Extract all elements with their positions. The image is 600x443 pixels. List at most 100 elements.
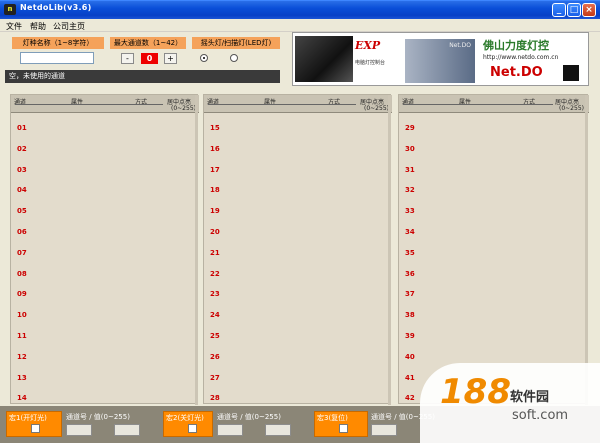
channel-number[interactable]: 18: [210, 186, 220, 194]
channel-number[interactable]: 31: [405, 166, 415, 174]
channel-number[interactable]: 05: [17, 207, 27, 215]
banner-exp: EXP: [355, 39, 381, 52]
menu-bar: [0, 19, 600, 32]
channel-number[interactable]: 04: [17, 186, 27, 194]
macro3-channel-input[interactable]: [371, 424, 397, 436]
channel-number[interactable]: 37: [405, 290, 415, 298]
channel-number[interactable]: 42: [405, 394, 415, 402]
macro2-checkbox[interactable]: [188, 424, 197, 433]
menu-file[interactable]: 文件: [6, 21, 22, 32]
menu-company-home[interactable]: 公司主页: [53, 21, 85, 32]
channel-number[interactable]: 10: [17, 311, 27, 319]
channel-number[interactable]: 13: [17, 374, 27, 382]
channel-number[interactable]: 11: [17, 332, 27, 340]
macro2-channel-value-label: 通道号 / 值(0~255): [217, 413, 281, 421]
macro1-value-input[interactable]: [114, 424, 140, 436]
channel-number[interactable]: 41: [405, 374, 415, 382]
channel-column-2: 通道 属性 方式 居中点亮 (0~255) 15 16 17 18 19 20 21 22 23 24 25 2…: [203, 94, 392, 405]
macro1-checkbox[interactable]: [31, 424, 40, 433]
scanner-led-radio[interactable]: [230, 54, 238, 62]
channel-number[interactable]: 24: [210, 311, 220, 319]
lamp-name-input[interactable]: [20, 52, 94, 64]
channel-number[interactable]: 17: [210, 166, 220, 174]
close-button[interactable]: ×: [582, 3, 596, 17]
column-scrollbar[interactable]: [585, 95, 588, 405]
banner-dark-panel: Net.DO: [405, 39, 475, 83]
header-range: (0~255): [171, 105, 196, 112]
banner-exp-sub: 电脑灯控制台: [355, 60, 386, 66]
channel-number[interactable]: 09: [17, 290, 27, 298]
channel-number[interactable]: 35: [405, 249, 415, 257]
close-icon: ×: [585, 5, 593, 15]
watermark-number: 188: [440, 372, 511, 412]
channel-number[interactable]: 20: [210, 228, 220, 236]
channel-number[interactable]: 30: [405, 145, 415, 153]
minimize-button[interactable]: _: [552, 3, 566, 17]
status-bar: 空，未使用的通道: [5, 70, 280, 83]
macro3-button[interactable]: 宏3(复位): [314, 411, 368, 437]
window-title: NetdoLib(v3.6): [20, 3, 92, 12]
banner-url: http://www.netdo.com.cn: [483, 54, 559, 61]
banner-logo-square: [563, 65, 579, 81]
column-header: 通道 属性 方式 居中点亮 (0~255): [11, 95, 199, 113]
channel-number[interactable]: 32: [405, 186, 415, 194]
decrement-button[interactable]: -: [121, 53, 134, 64]
channel-number[interactable]: 16: [210, 145, 220, 153]
channel-number[interactable]: 19: [210, 207, 220, 215]
channel-number[interactable]: 33: [405, 207, 415, 215]
channel-number[interactable]: 03: [17, 166, 27, 174]
channel-number[interactable]: 22: [210, 270, 220, 278]
channel-number[interactable]: 14: [17, 394, 27, 402]
channel-number[interactable]: 38: [405, 311, 415, 319]
banner-brand: Net.DO: [490, 65, 543, 80]
column-scrollbar[interactable]: [195, 95, 198, 405]
channel-number[interactable]: 36: [405, 270, 415, 278]
channel-number[interactable]: 08: [17, 270, 27, 278]
banner-dark-text: Net.DO: [449, 42, 471, 49]
macro3-checkbox[interactable]: [339, 424, 348, 433]
watermark-url: soft.com: [512, 408, 569, 423]
macro2-channel-input[interactable]: [217, 424, 243, 436]
channel-number[interactable]: 15: [210, 124, 220, 132]
lamp-type-label: 摇头灯/扫描灯(LED灯): [192, 37, 280, 49]
macro2-label: 宏2(关灯光): [166, 414, 204, 422]
header-divider: [15, 104, 163, 105]
maximize-button[interactable]: □: [567, 3, 581, 17]
channel-column-1: 通道 属性 方式 居中点亮 (0~255) 01 02 03 04 05 06 07 08 09 10 11 1…: [10, 94, 199, 405]
channel-number[interactable]: 02: [17, 145, 27, 153]
channel-number[interactable]: 28: [210, 394, 220, 402]
channel-number[interactable]: 39: [405, 332, 415, 340]
max-channel-label: 最大通道数（1~42）: [110, 37, 186, 49]
moving-head-radio[interactable]: [200, 54, 208, 62]
channel-number[interactable]: 06: [17, 228, 27, 236]
channel-number[interactable]: 07: [17, 249, 27, 257]
macro1-channel-input[interactable]: [66, 424, 92, 436]
macro2-value-input[interactable]: [265, 424, 291, 436]
header-range: (0~255): [559, 105, 584, 112]
channel-number[interactable]: 21: [210, 249, 220, 257]
increment-button[interactable]: +: [164, 53, 177, 64]
column-header: 通道 属性 方式 居中点亮 (0~255): [399, 95, 589, 113]
macro2-button[interactable]: 宏2(关灯光): [163, 411, 213, 437]
channel-number[interactable]: 12: [17, 353, 27, 361]
banner-company-name: 佛山力度灯控: [483, 39, 549, 52]
minimize-icon: _: [556, 5, 562, 15]
channel-number[interactable]: 26: [210, 353, 220, 361]
macro3-label: 宏3(复位): [317, 414, 348, 422]
menu-help[interactable]: 帮助: [30, 21, 46, 32]
channel-number[interactable]: 34: [405, 228, 415, 236]
maximize-icon: □: [569, 5, 579, 15]
channel-number[interactable]: 40: [405, 353, 415, 361]
watermark-cn: 软件园: [510, 390, 550, 405]
channel-number[interactable]: 27: [210, 374, 220, 382]
company-banner[interactable]: EXP 电脑灯控制台 Net.DO 佛山力度灯控 http://www.netd…: [292, 32, 589, 86]
channel-number[interactable]: 23: [210, 290, 220, 298]
macro1-button[interactable]: 宏1(开灯光): [6, 411, 62, 437]
column-scrollbar[interactable]: [388, 95, 391, 405]
channel-number[interactable]: 29: [405, 124, 415, 132]
channel-number[interactable]: 25: [210, 332, 220, 340]
header-divider: [403, 104, 553, 105]
channel-column-3: 通道 属性 方式 居中点亮 (0~255) 29 30 31 32 33 34 35 36 37 38 39 4…: [398, 94, 589, 405]
channel-number[interactable]: 01: [17, 124, 27, 132]
lamp-name-label: 灯种名称（1~8字符）: [12, 37, 104, 49]
